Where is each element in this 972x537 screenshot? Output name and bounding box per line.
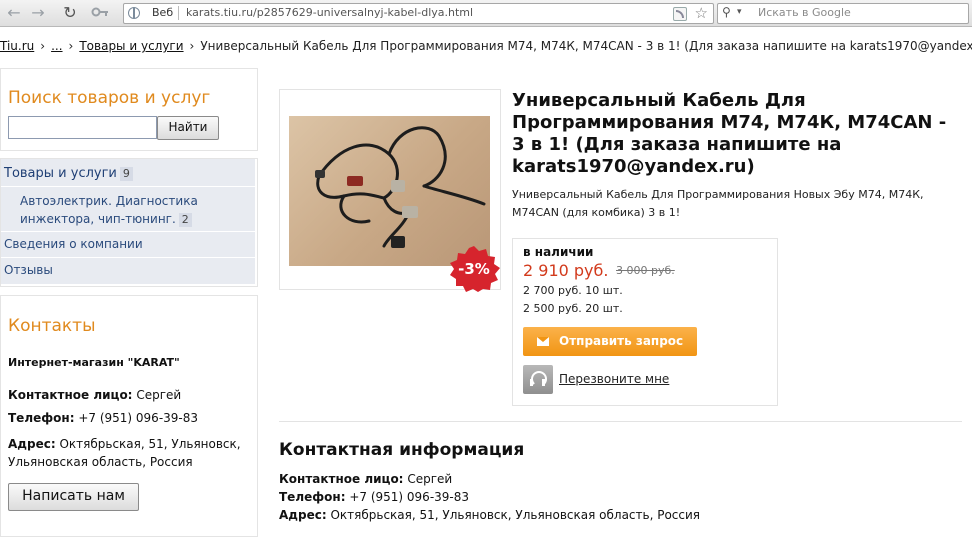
find-button[interactable]: Найти bbox=[157, 116, 219, 140]
rss-icon[interactable] bbox=[673, 7, 687, 21]
menu-item-autoelectric[interactable]: Автоэлектрик. Диагностика инжектора, чип… bbox=[1, 187, 255, 232]
breadcrumb-separator: › bbox=[189, 39, 195, 53]
stock-status: в наличии bbox=[523, 245, 594, 259]
address-bar[interactable]: Веб karats.tiu.ru/p2857629-universalnyj-… bbox=[123, 3, 714, 24]
product-description: Универсальный Кабель Для Программировани… bbox=[512, 188, 924, 219]
ci-phone: Телефон: +7 (951) 096-39-83 bbox=[279, 490, 469, 504]
breadcrumb-separator: › bbox=[68, 39, 74, 53]
envelope-icon bbox=[537, 337, 549, 346]
contact-info-title: Контактная информация bbox=[279, 440, 525, 460]
menu-item-reviews[interactable]: Отзывы bbox=[1, 258, 255, 285]
breadcrumb-section-link[interactable]: Товары и услуги bbox=[79, 39, 183, 53]
contact-person-value: Сергей bbox=[136, 388, 182, 402]
bulk-price-10: 2 700 руб. 10 шт. bbox=[523, 284, 623, 297]
back-arrow-icon[interactable]: ← bbox=[4, 3, 24, 23]
headset-icon[interactable] bbox=[523, 365, 553, 394]
menu-item-autoelectric-count: 2 bbox=[178, 213, 192, 227]
product-title: Универсальный Кабель Для Программировани… bbox=[512, 90, 947, 177]
reload-icon[interactable]: ↻ bbox=[60, 3, 80, 23]
contact-phone-label: Телефон: bbox=[8, 411, 75, 425]
product-image[interactable] bbox=[289, 116, 490, 266]
key-icon[interactable] bbox=[90, 3, 110, 23]
search-input[interactable] bbox=[8, 116, 157, 139]
menu-item-reviews-label[interactable]: Отзывы bbox=[4, 263, 53, 277]
menu-item-goods-count: 9 bbox=[119, 167, 133, 181]
forward-arrow-icon[interactable]: → bbox=[28, 3, 48, 23]
ci-address-value: Октябрьская, 51, Ульяновск, Ульяновская … bbox=[330, 508, 701, 522]
search-icon[interactable]: ⚲ bbox=[722, 5, 731, 19]
breadcrumb-home-link[interactable]: Tiu.ru bbox=[0, 39, 34, 53]
ci-address-label: Адрес: bbox=[279, 508, 327, 522]
menu-item-goods[interactable]: Товары и услуги 9 bbox=[1, 159, 255, 187]
breadcrumb-current: Универсальный Кабель Для Программировани… bbox=[200, 39, 972, 53]
write-us-button[interactable]: Написать нам bbox=[8, 483, 139, 511]
google-search-box[interactable]: ⚲ ▾ Искать в Google bbox=[717, 3, 969, 24]
ci-person: Контактное лицо: Сергей bbox=[279, 472, 452, 486]
bulk-price-20: 2 500 руб. 20 шт. bbox=[523, 302, 623, 315]
shop-name: Интернет-магазин "KARAT" bbox=[8, 356, 180, 369]
menu-item-company-label[interactable]: Сведения о компании bbox=[4, 237, 143, 251]
search-panel-title: Поиск товаров и услуг bbox=[8, 88, 211, 108]
contact-person-label: Контактное лицо: bbox=[8, 388, 133, 402]
ci-person-value: Сергей bbox=[407, 472, 453, 486]
ci-address: Адрес: Октябрьская, 51, Ульяновск, Ульян… bbox=[279, 508, 700, 522]
breadcrumb-ellipsis-link[interactable]: ... bbox=[51, 39, 62, 53]
callback-link[interactable]: Перезвоните мне bbox=[559, 372, 669, 386]
old-price: 3 000 руб. bbox=[616, 264, 675, 277]
send-request-label: Отправить запрос bbox=[559, 334, 684, 348]
discount-label: -3% bbox=[458, 260, 490, 278]
menu-item-goods-label[interactable]: Товары и услуги bbox=[4, 166, 117, 181]
section-divider bbox=[279, 421, 962, 422]
send-request-button[interactable]: Отправить запрос bbox=[523, 327, 697, 356]
contact-phone: Телефон: +7 (951) 096-39-83 bbox=[8, 411, 198, 425]
bookmark-star-icon[interactable]: ☆ bbox=[695, 4, 708, 22]
search-placeholder: Искать в Google bbox=[758, 6, 851, 19]
ci-phone-label: Телефон: bbox=[279, 490, 346, 504]
breadcrumb: Tiu.ru ›... › Товары и услуги › Универсальный… bbox=[0, 39, 972, 53]
browser-toolbar: ← → ↻ Веб karats.tiu.ru/p2857629-univers… bbox=[0, 0, 972, 27]
contact-address: Адрес: Октябрьская, 51, Ульяновск, Ульян… bbox=[8, 435, 248, 471]
contact-person: Контактное лицо: Сергей bbox=[8, 388, 181, 402]
menu-item-autoelectric-label[interactable]: Автоэлектрик. Диагностика инжектора, чип… bbox=[20, 194, 198, 226]
address-separator bbox=[178, 6, 179, 20]
contact-phone-value: +7 (951) 096-39-83 bbox=[78, 411, 199, 425]
globe-icon bbox=[128, 7, 140, 19]
address-label: Веб bbox=[152, 6, 174, 19]
contacts-title: Контакты bbox=[8, 316, 96, 336]
menu-item-company[interactable]: Сведения о компании bbox=[1, 232, 255, 258]
contact-address-label: Адрес: bbox=[8, 437, 56, 451]
breadcrumb-separator: › bbox=[40, 39, 46, 53]
ci-person-label: Контактное лицо: bbox=[279, 472, 404, 486]
chevron-down-icon[interactable]: ▾ bbox=[737, 7, 742, 17]
url-text[interactable]: karats.tiu.ru/p2857629-universalnyj-kabe… bbox=[186, 6, 473, 19]
ci-phone-value: +7 (951) 096-39-83 bbox=[349, 490, 470, 504]
current-price: 2 910 руб. bbox=[523, 261, 609, 280]
